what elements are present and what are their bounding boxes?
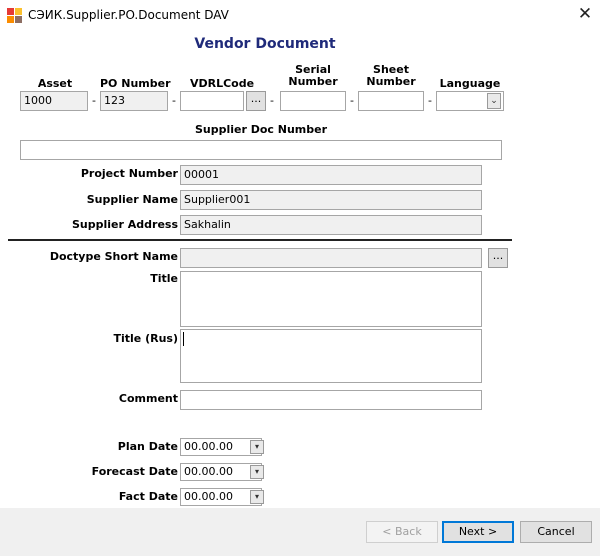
- section-divider: [8, 239, 512, 241]
- dash-separator: -: [270, 94, 274, 107]
- project-number-label: Project Number: [80, 167, 178, 180]
- back-button[interactable]: < Back: [366, 521, 438, 543]
- plan-date-label: Plan Date: [117, 440, 178, 453]
- comment-label: Comment: [118, 392, 178, 405]
- chevron-down-icon[interactable]: ▾: [250, 465, 264, 479]
- asset-field[interactable]: 1000: [20, 91, 88, 111]
- vdrl-code-field[interactable]: [180, 91, 244, 111]
- title-rus-label: Title (Rus): [113, 332, 179, 345]
- chevron-down-icon[interactable]: ⌄: [487, 93, 501, 109]
- supplier-address-label: Supplier Address: [72, 218, 178, 231]
- serial-label-line2: Number: [288, 75, 338, 88]
- title-label: Title: [150, 272, 178, 285]
- po-number-field[interactable]: 123: [100, 91, 168, 111]
- dash-separator: -: [92, 94, 96, 107]
- chevron-down-icon[interactable]: ▾: [250, 490, 264, 504]
- po-number-label: PO Number: [100, 77, 171, 90]
- sheet-label-line2: Number: [366, 75, 416, 88]
- chevron-down-icon[interactable]: ▾: [250, 440, 264, 454]
- fact-date-label: Fact Date: [118, 490, 178, 503]
- text-cursor: [183, 332, 184, 346]
- language-label: Language: [439, 77, 501, 90]
- sheet-number-field[interactable]: [358, 91, 424, 111]
- dash-separator: -: [350, 94, 354, 107]
- sheet-number-label: Sheet Number: [358, 64, 424, 88]
- app-puzzle-icon: [6, 6, 24, 24]
- dash-separator: -: [172, 94, 176, 107]
- doctype-browse-button[interactable]: ...: [488, 248, 508, 268]
- title-rus-textarea[interactable]: [180, 329, 482, 383]
- form-header: Vendor Document: [194, 36, 336, 52]
- vdrl-code-browse-button[interactable]: ...: [246, 91, 266, 111]
- window-title: СЭИК.Supplier.PO.Document DAV: [28, 8, 229, 22]
- supplier-name-field[interactable]: Supplier001: [180, 190, 482, 210]
- cancel-button[interactable]: Cancel: [520, 521, 592, 543]
- supplier-address-field[interactable]: Sakhalin: [180, 215, 482, 235]
- close-icon[interactable]: ✕: [574, 3, 596, 25]
- title-textarea[interactable]: [180, 271, 482, 327]
- serial-number-field[interactable]: [280, 91, 346, 111]
- doctype-short-name-field[interactable]: [180, 248, 482, 268]
- supplier-name-label: Supplier Name: [86, 193, 178, 206]
- asset-label: Asset: [37, 77, 73, 90]
- doctype-short-name-label: Doctype Short Name: [49, 250, 178, 263]
- forecast-date-label: Forecast Date: [91, 465, 178, 478]
- supplier-doc-number-label: Supplier Doc Number: [194, 123, 328, 136]
- next-button[interactable]: Next >: [442, 521, 514, 543]
- comment-field[interactable]: [180, 390, 482, 410]
- supplier-doc-number-field[interactable]: [20, 140, 502, 160]
- dash-separator: -: [428, 94, 432, 107]
- serial-number-label: Serial Number: [280, 64, 346, 88]
- project-number-field[interactable]: 00001: [180, 165, 482, 185]
- vdrl-code-label: VDRLCode: [189, 77, 255, 90]
